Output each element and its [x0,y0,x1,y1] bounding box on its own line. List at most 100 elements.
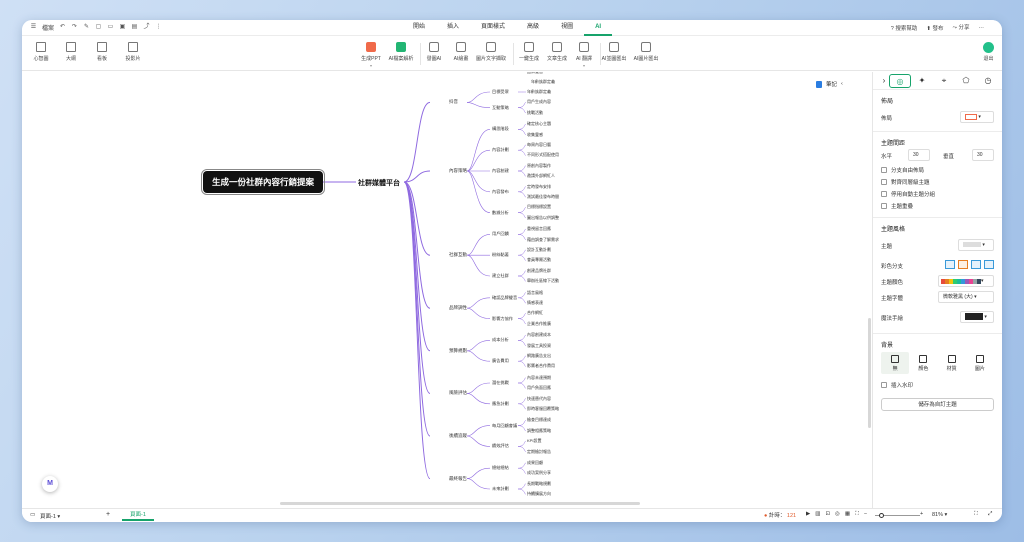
slides-mode-button[interactable]: 投影片 [118,40,148,62]
leaf-topic[interactable]: 收集靈感 [527,132,543,138]
file-menu[interactable]: 檔案 [42,23,54,32]
leaf-topic[interactable]: 每周內容日曆 [527,142,551,148]
more-icon[interactable]: ⋮ [155,24,162,31]
subtopic[interactable]: 數據分析 [492,210,509,216]
leaf-topic[interactable]: 不同形式搭配使用 [527,152,559,158]
generate-ppt-button[interactable]: 生成PPT ▾ [356,40,386,68]
leaf-topic[interactable]: KPI設置 [527,438,541,444]
ai-assistant-icon[interactable]: M [42,476,58,492]
redo-icon[interactable]: ↷ [71,24,78,31]
zoom-slider[interactable] [875,513,920,518]
target-icon[interactable]: ◎ [835,511,840,518]
branch-style-3-icon[interactable] [971,260,981,269]
leaf-topic[interactable]: 成功案例分享 [527,470,551,476]
hand-draw-select[interactable]: ▾ [960,311,994,323]
format-painter-icon[interactable]: ✎ [83,24,90,31]
subtopic[interactable]: 構思階段 [492,126,509,132]
leaf-partial[interactable]: 年齡族群定義 [531,79,555,85]
leaf-topic[interactable]: 創建品牌社群 [527,268,551,274]
leaf-topic[interactable]: 藉由調查了解需求 [527,237,559,243]
open-folder-icon[interactable]: ▭ [107,24,114,31]
tab-start[interactable]: 開始 [402,20,436,36]
subtopic[interactable]: 建立社群 [492,273,509,279]
branch-topic[interactable]: 社群互動 [449,252,467,258]
horizontal-scrollbar[interactable] [280,502,640,505]
leaf-topic[interactable]: 情感表達 [527,300,543,306]
leaf-topic[interactable]: 邀請外部網紅人 [527,173,555,179]
overlap-checkbox[interactable]: 主題重疊 [881,200,994,211]
tab-page-style[interactable]: 頁面樣式 [470,20,516,36]
bg-image-option[interactable]: 圖片 [966,352,994,374]
leaf-topic[interactable]: 長期戰略規劃 [527,481,551,487]
tab-advanced[interactable]: 高級 [516,20,550,36]
leaf-topic[interactable]: 網路廣告支出 [527,353,551,359]
subtopic[interactable]: 影響力協作 [492,316,513,322]
ai-image-button[interactable]: 發圖AI [419,40,449,62]
leaf-topic[interactable]: 重視留言回應 [527,226,551,232]
leaf-topic[interactable]: 測試最佳發布時間 [527,194,559,200]
leaf-topic[interactable]: 定期檢討報告 [527,449,551,455]
new-file-icon[interactable]: ▢ [95,24,102,31]
collapse-panel-icon[interactable]: › [879,74,889,88]
theme-color-select[interactable]: ▾ [938,275,994,287]
tab-style-icon[interactable]: ◎ [889,73,911,88]
subtopic[interactable]: 確認品牌聲音 [492,295,517,301]
board-mode-button[interactable]: 看板 [87,40,117,62]
ai-image-export-button[interactable]: AI圖片匯出 [631,40,661,62]
subtopic[interactable]: 廣告費用 [492,358,509,364]
branch-style-2-icon[interactable] [958,260,968,269]
zoom-out-icon[interactable]: − [864,511,867,518]
h-spacing-input[interactable]: 30 [908,149,930,161]
share-button[interactable]: ⤳ 分享 [953,23,970,32]
ai-draw-button[interactable]: AI繪畫 [446,40,476,62]
zoom-slider-knob[interactable] [879,513,884,518]
subtopic[interactable]: 成本分析 [492,337,509,343]
tab-view[interactable]: 視圖 [550,20,584,36]
leaf-topic[interactable]: 內容創建成本 [527,332,551,338]
leaf-topic[interactable]: 確定核心主題 [527,121,551,127]
leaf-topic[interactable]: 年齡族群定義 [527,89,551,95]
outline-mode-button[interactable]: 大綱 [56,40,86,62]
leaf-topic[interactable]: 舉辦社區線下活動 [527,278,559,284]
zoom-level[interactable]: 81% ▾ [932,512,947,518]
leaf-topic[interactable]: 用戶負面回應 [527,385,551,391]
page-select[interactable]: 頁面-1 ▾ [40,512,60,520]
branch-topic[interactable]: 內容策略 [449,168,467,174]
v-spacing-input[interactable]: 30 [972,149,994,161]
fit-icon[interactable]: ⊡ [825,511,830,518]
undo-icon[interactable]: ↶ [59,24,66,31]
leaf-topic[interactable]: 持續擴展方向 [527,491,551,497]
subtopic[interactable]: 內容創建 [492,168,509,174]
leaf-topic[interactable]: 成果回顧 [527,460,543,466]
export-icon[interactable]: ⤴ [143,24,150,31]
present-icon[interactable]: ▶ [806,511,810,518]
leaf-topic[interactable]: 快速替代內容 [527,396,551,402]
watermark-checkbox[interactable]: 插入水印 [881,379,994,390]
ai-export-button[interactable]: AI並圖匯出 [599,40,629,62]
leaf-topic[interactable]: 企業合作推廣 [527,321,551,327]
branch-topic[interactable]: 品牌調性 [449,305,467,311]
bg-color-option[interactable]: 顏色 [909,352,937,374]
branch-topic[interactable]: 風險評估 [449,390,467,396]
branch-topic[interactable]: 後續追蹤 [449,433,467,439]
subtopic[interactable]: 互動策略 [492,105,509,111]
leaf-topic[interactable]: 語言風格 [527,290,543,296]
menu-icon[interactable]: ☰ [30,24,37,31]
subtopic[interactable]: 用戶回饋 [492,231,509,237]
main-topic[interactable]: 社群媒體平台 [358,178,400,188]
leaf-topic[interactable]: 即時客服回覆策略 [527,406,559,412]
leaf-topic[interactable]: 會員專屬活動 [527,257,551,263]
branch-topic[interactable]: 抖音 [449,99,458,105]
vertical-scrollbar[interactable] [868,318,871,428]
article-generate-button[interactable]: 文章生成 [542,40,572,62]
subtopic[interactable]: 未來計劃 [492,486,509,492]
window-more-icon[interactable]: ⋯ [979,25,985,31]
bg-texture-option[interactable]: 材質 [938,352,966,374]
leaf-topic[interactable]: 定時發布安排 [527,184,551,190]
subtopic[interactable]: 應急計劃 [492,401,509,407]
leaf-topic[interactable]: 用戶生成內容 [527,99,551,105]
bg-none-option[interactable]: 無 [881,352,910,374]
add-page-icon[interactable]: + [106,511,110,518]
leaf-topic[interactable]: 調整相應策略 [527,428,551,434]
sidebar-toggle-icon[interactable]: ▭ [30,512,35,518]
